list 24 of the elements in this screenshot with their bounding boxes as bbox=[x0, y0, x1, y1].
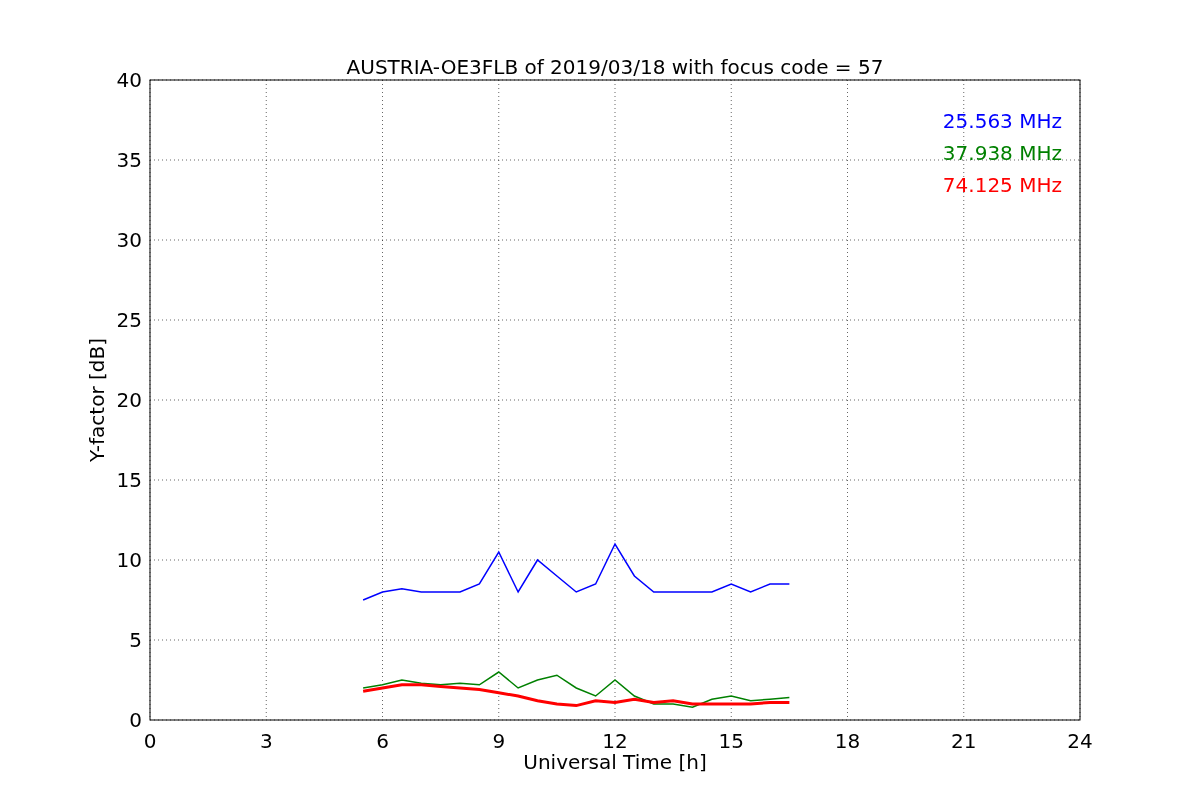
tick-label: 0 bbox=[129, 708, 142, 732]
axis-label: Y-factor [dB] bbox=[85, 338, 109, 462]
tick-label: 5 bbox=[129, 628, 142, 652]
tick-label: 15 bbox=[116, 468, 142, 492]
tick-label: 6 bbox=[376, 729, 389, 753]
tick-label: 9 bbox=[492, 729, 506, 753]
tick-label: 12 bbox=[602, 729, 628, 753]
tick-label: 30 bbox=[116, 228, 142, 252]
axis-label: Universal Time [h] bbox=[523, 750, 707, 774]
chart-title: AUSTRIA-OE3FLB of 2019/03/18 with focus code = 57 bbox=[346, 55, 884, 79]
tick-label: 18 bbox=[834, 729, 861, 753]
tick-label: 21 bbox=[951, 729, 977, 753]
tick-label: 20 bbox=[116, 388, 142, 412]
tick-label: 3 bbox=[259, 729, 273, 753]
legend-label: 25.563 MHz bbox=[942, 109, 1062, 133]
legend-label: 37.938 MHz bbox=[942, 141, 1062, 165]
tick-label: 40 bbox=[116, 68, 142, 92]
tick-label: 24 bbox=[1067, 729, 1093, 753]
tick-label: 35 bbox=[116, 148, 142, 172]
tick-label: 25 bbox=[116, 308, 142, 332]
tick-label: 0 bbox=[143, 729, 157, 753]
tick-label: 15 bbox=[718, 729, 744, 753]
tick-label: 10 bbox=[116, 548, 142, 572]
legend-label: 74.125 MHz bbox=[942, 173, 1062, 197]
